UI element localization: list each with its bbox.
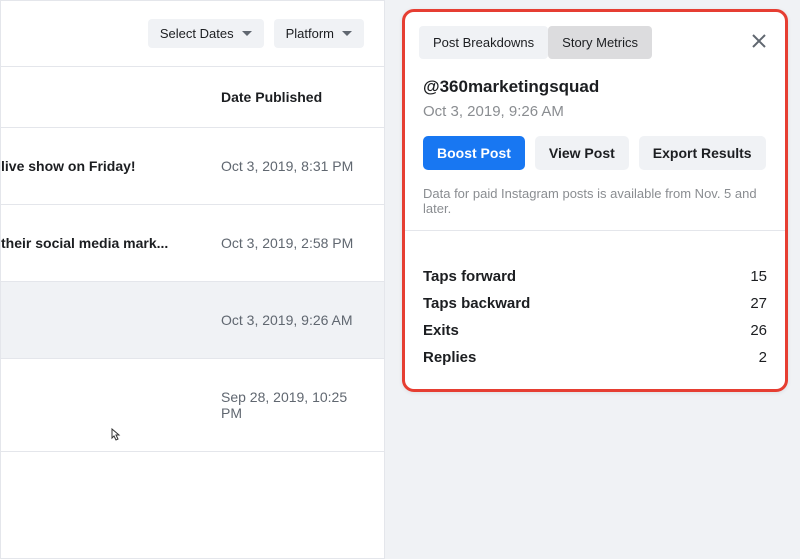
platform-label: Platform (286, 26, 334, 41)
published-time: Oct 3, 2019, 9:26 AM (423, 103, 767, 120)
story-metrics-panel: Post Breakdowns Story Metrics @360market… (402, 9, 788, 392)
table-row[interactable]: Sep 28, 2019, 10:25 PM (1, 359, 384, 452)
divider (405, 230, 785, 231)
export-results-button[interactable]: Export Results (639, 136, 766, 170)
metric-label: Taps backward (423, 295, 530, 312)
metric-value: 2 (759, 349, 767, 366)
metric-value: 26 (750, 322, 767, 339)
metric-value: 15 (750, 268, 767, 285)
panel-content: @360marketingsquad Oct 3, 2019, 9:26 AM … (405, 59, 785, 245)
table-row[interactable]: live show on Friday! Oct 3, 2019, 8:31 P… (1, 128, 384, 205)
metric-label: Exits (423, 322, 459, 339)
close-icon (751, 33, 767, 49)
caret-down-icon (242, 31, 252, 36)
account-handle: @360marketingsquad (423, 77, 767, 97)
metric-label: Replies (423, 349, 476, 366)
post-date: Sep 28, 2019, 10:25 PM (201, 389, 364, 421)
tabs: Post Breakdowns Story Metrics (419, 26, 652, 59)
platform-filter[interactable]: Platform (274, 19, 364, 48)
date-published-header: Date Published (1, 67, 384, 128)
post-title: live show on Friday! (1, 158, 201, 174)
metric-exits: Exits 26 (423, 317, 767, 344)
select-dates-filter[interactable]: Select Dates (148, 19, 264, 48)
table-row[interactable]: Oct 3, 2019, 9:26 AM (1, 282, 384, 359)
metric-label: Taps forward (423, 268, 516, 285)
metric-value: 27 (750, 295, 767, 312)
metrics-list: Taps forward 15 Taps backward 27 Exits 2… (405, 245, 785, 389)
tab-story-metrics[interactable]: Story Metrics (548, 26, 652, 59)
caret-down-icon (342, 31, 352, 36)
table-row[interactable]: their social media mark... Oct 3, 2019, … (1, 205, 384, 282)
panel-header: Post Breakdowns Story Metrics (405, 12, 785, 59)
tab-post-breakdowns[interactable]: Post Breakdowns (419, 26, 548, 59)
post-title: their social media mark... (1, 235, 201, 251)
boost-post-button[interactable]: Boost Post (423, 136, 525, 170)
select-dates-label: Select Dates (160, 26, 234, 41)
post-date: Oct 3, 2019, 2:58 PM (201, 235, 353, 251)
paid-data-note: Data for paid Instagram posts is availab… (423, 186, 767, 216)
filters-bar: Select Dates Platform (1, 1, 384, 67)
posts-list-panel: Select Dates Platform Date Published liv… (0, 0, 385, 559)
close-button[interactable] (747, 29, 771, 56)
post-date: Oct 3, 2019, 9:26 AM (201, 312, 353, 328)
action-row: Boost Post View Post Export Results (423, 136, 767, 170)
metric-taps-backward: Taps backward 27 (423, 290, 767, 317)
view-post-button[interactable]: View Post (535, 136, 629, 170)
post-date: Oct 3, 2019, 8:31 PM (201, 158, 353, 174)
metric-taps-forward: Taps forward 15 (423, 263, 767, 290)
metric-replies: Replies 2 (423, 344, 767, 371)
